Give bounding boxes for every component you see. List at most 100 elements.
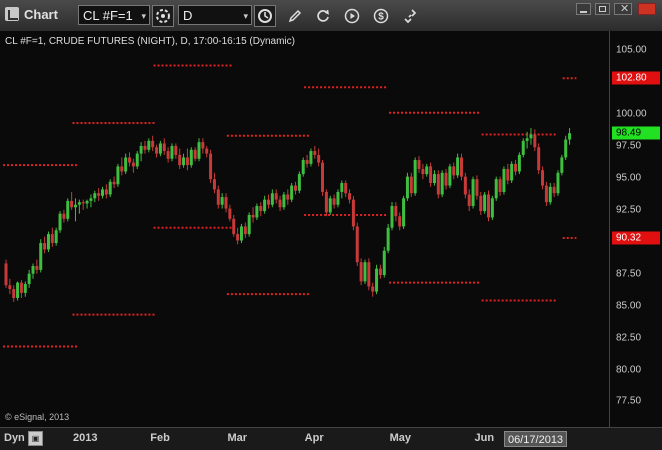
dollar-icon: $ xyxy=(373,8,389,24)
app-close-button[interactable] xyxy=(638,3,656,15)
candle-body xyxy=(448,166,452,186)
candle-body xyxy=(8,285,12,290)
link-settings-button[interactable] xyxy=(152,5,174,27)
maximize-button[interactable] xyxy=(595,3,610,15)
chart-icon xyxy=(5,7,19,21)
time-axis[interactable]: Dyn ▣ 2013FebMarAprMayJunJul06/17/2013 xyxy=(0,427,662,450)
candle-body xyxy=(12,289,16,298)
replay-button[interactable] xyxy=(341,5,363,27)
candle-body xyxy=(108,181,112,195)
candle-body xyxy=(39,243,43,270)
candle-body xyxy=(348,193,352,200)
candle-body xyxy=(378,268,382,275)
close-button[interactable]: ✕ xyxy=(614,3,632,15)
candle-body xyxy=(317,154,321,163)
y-tick-label: 100.00 xyxy=(616,108,647,120)
candle-body xyxy=(243,226,247,235)
candle-body xyxy=(128,157,132,163)
candle-body xyxy=(46,234,50,250)
candle-body xyxy=(120,166,124,172)
candle-body xyxy=(444,172,448,186)
candle-body xyxy=(155,147,159,154)
candle-body xyxy=(340,183,344,192)
candle-body xyxy=(502,168,506,192)
candle-body xyxy=(417,160,421,169)
play-icon xyxy=(344,8,360,24)
candle-body xyxy=(436,174,440,195)
link-settings-icon xyxy=(156,9,170,23)
candle-body xyxy=(525,138,529,141)
trade-button[interactable]: $ xyxy=(370,5,392,27)
candle-body xyxy=(301,160,305,175)
x-tick-label: Mar xyxy=(227,432,248,444)
x-tick-label: 2013 xyxy=(73,432,98,444)
candle-body xyxy=(452,166,456,176)
candle-body xyxy=(50,234,54,244)
candle-body xyxy=(432,174,436,184)
candle-body xyxy=(81,202,85,204)
refresh-button[interactable] xyxy=(312,5,334,27)
candle-body xyxy=(85,200,89,204)
candle-body xyxy=(363,262,367,282)
candle-body xyxy=(483,194,487,212)
link-windows-button[interactable] xyxy=(399,5,421,27)
candle-body xyxy=(147,140,151,150)
candle-body xyxy=(104,189,108,195)
copyright-text: © eSignal, 2013 xyxy=(5,412,70,422)
candle-body xyxy=(43,243,47,250)
symbol-input[interactable]: CL #F=1 ▾ xyxy=(78,5,150,25)
interval-dropdown-icon[interactable]: ▾ xyxy=(243,6,248,26)
candle-body xyxy=(440,172,444,195)
candle-body xyxy=(232,218,236,235)
lock-button[interactable]: ▣ xyxy=(28,431,43,446)
candle-body xyxy=(131,162,135,167)
candle-body xyxy=(54,230,58,244)
candle-body xyxy=(324,191,328,213)
candle-body xyxy=(305,160,309,164)
pencil-icon xyxy=(288,9,302,23)
candle-body xyxy=(328,198,332,213)
candle-body xyxy=(421,168,425,175)
candle-body xyxy=(274,193,278,200)
candle-body xyxy=(359,262,363,282)
candle-body xyxy=(16,282,20,298)
candle-body xyxy=(429,166,433,184)
time-template-button[interactable] xyxy=(254,5,276,27)
candle-body xyxy=(58,213,62,231)
candle-body xyxy=(313,151,317,155)
candle-body xyxy=(510,163,514,181)
candle-body xyxy=(355,226,359,263)
candle-body xyxy=(506,168,510,181)
symbol-dropdown-icon[interactable]: ▾ xyxy=(141,6,146,26)
candle-body xyxy=(371,286,375,292)
minimize-icon xyxy=(580,11,587,13)
minimize-button[interactable] xyxy=(576,3,591,15)
candle-body xyxy=(286,194,290,200)
candle-body xyxy=(514,163,518,172)
candle-body xyxy=(382,250,386,275)
candle-body xyxy=(309,151,313,164)
candle-body xyxy=(529,134,533,139)
price-tag: 90.32 xyxy=(612,231,660,245)
candle-body xyxy=(236,234,240,241)
candle-body xyxy=(185,157,189,166)
draw-tool-button[interactable] xyxy=(284,5,306,27)
candle-body xyxy=(336,191,340,205)
window-titlebar: Chart CL #F=1 ▾ D ▾ $ ✕ xyxy=(0,0,662,32)
candle-body xyxy=(390,206,394,228)
candle-body xyxy=(425,166,429,175)
candle-body xyxy=(151,140,155,148)
candle-body xyxy=(259,206,263,212)
lock-icon: ▣ xyxy=(31,434,40,443)
candle-body xyxy=(270,193,274,205)
candle-body xyxy=(471,179,475,207)
candle-body xyxy=(70,200,74,208)
candle-body xyxy=(409,176,413,194)
price-plot[interactable]: CL #F=1, CRUDE FUTURES (NIGHT), D, 17:00… xyxy=(0,31,610,427)
candle-body xyxy=(490,198,494,218)
price-axis[interactable]: 105.00102.50100.0097.5095.0092.5090.0087… xyxy=(610,31,662,427)
interval-input[interactable]: D ▾ xyxy=(178,5,252,25)
candle-body xyxy=(552,186,556,194)
candle-body xyxy=(35,266,39,270)
candle-body xyxy=(398,216,402,227)
